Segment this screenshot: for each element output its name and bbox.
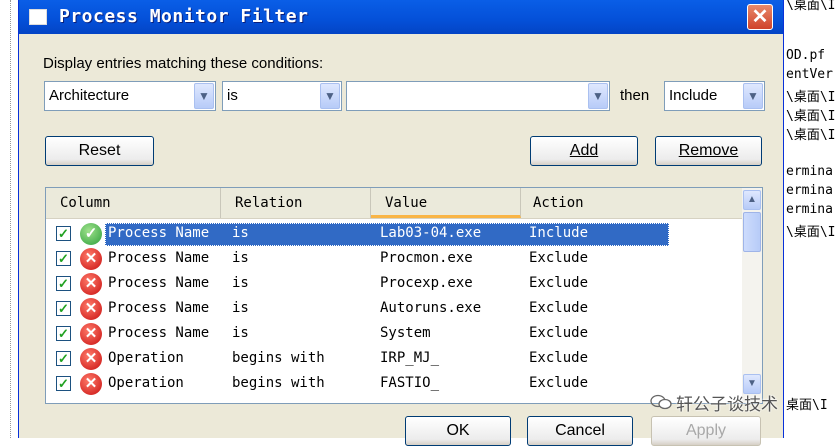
chevron-down-icon[interactable]: ▼ <box>194 83 214 109</box>
enable-checkbox[interactable]: ✓ <box>56 351 71 366</box>
enable-checkbox[interactable]: ✓ <box>56 226 71 241</box>
then-label: then <box>620 87 650 104</box>
column-select[interactable]: Architecture ▼ <box>44 81 216 111</box>
console-line: \桌面\I <box>786 225 836 240</box>
x-circle-icon: ✕ <box>80 273 102 295</box>
chevron-down-icon[interactable]: ▼ <box>320 83 340 109</box>
cell-relation: is <box>232 325 249 341</box>
x-circle-icon: ✕ <box>80 348 102 370</box>
console-line: \桌面\I <box>786 128 836 143</box>
cell-action: Exclude <box>529 325 589 341</box>
header-action[interactable]: Action <box>521 188 742 218</box>
cell-action: Include <box>529 225 589 241</box>
relation-select[interactable]: is ▼ <box>222 81 342 111</box>
enable-checkbox[interactable]: ✓ <box>56 251 71 266</box>
relation-select-value: is <box>227 87 238 104</box>
scroll-thumb[interactable] <box>743 212 761 252</box>
console-line: \桌面\I <box>786 90 836 105</box>
filter-dialog: Process Monitor Filter ✕ Display entries… <box>18 0 784 446</box>
table-row[interactable]: ✓ ✕ Process Name is Procmon.exe Exclude <box>46 247 742 272</box>
chevron-down-icon[interactable]: ▼ <box>588 83 608 109</box>
cell-relation: is <box>232 275 249 291</box>
table-row[interactable]: ✓ ✕ Operation begins with IRP_MJ_ Exclude <box>46 347 742 372</box>
cell-action: Exclude <box>529 350 589 366</box>
table-row[interactable]: ✓ ✕ Process Name is Procexp.exe Exclude <box>46 272 742 297</box>
window-title: Process Monitor Filter <box>59 6 309 27</box>
cell-value: Procmon.exe <box>380 250 473 266</box>
cell-column: Process Name <box>108 325 210 341</box>
cell-value: Procexp.exe <box>380 275 473 291</box>
cell-value: Lab03-04.exe <box>380 225 482 241</box>
header-value[interactable]: Value <box>371 188 521 218</box>
enable-checkbox[interactable]: ✓ <box>56 376 71 391</box>
x-circle-icon: ✕ <box>80 323 102 345</box>
chevron-down-icon[interactable]: ▼ <box>743 83 763 109</box>
check-circle-icon: ✓ <box>80 223 102 245</box>
cell-relation: begins with <box>232 375 325 391</box>
conditions-label: Display entries matching these condition… <box>43 55 324 72</box>
header-column[interactable]: Column <box>46 188 221 218</box>
list-header: Column Relation Value Action <box>46 188 742 219</box>
cell-value: IRP_MJ_ <box>380 350 440 366</box>
cell-relation: is <box>232 300 249 316</box>
watermark-text: 轩公子谈技术 <box>676 395 778 414</box>
cell-column: Operation <box>108 375 184 391</box>
x-circle-icon: ✕ <box>80 298 102 320</box>
console-line: entVer <box>786 67 833 82</box>
remove-button[interactable]: Remove <box>655 136 762 166</box>
title-bar[interactable]: Process Monitor Filter ✕ <box>19 0 783 34</box>
add-button[interactable]: Add <box>530 136 638 166</box>
cell-relation: is <box>232 225 249 241</box>
enable-checkbox[interactable]: ✓ <box>56 326 71 341</box>
enable-checkbox[interactable]: ✓ <box>56 301 71 316</box>
cell-column: Process Name <box>108 300 210 316</box>
cell-column: Process Name <box>108 275 210 291</box>
cell-value: FASTIO_ <box>380 375 440 391</box>
console-line: ermina <box>786 202 833 217</box>
table-row[interactable]: ✓ ✕ Process Name is Autoruns.exe Exclude <box>46 297 742 322</box>
cell-action: Exclude <box>529 275 589 291</box>
filter-list[interactable]: Column Relation Value Action ✓ ✓ Process N… <box>45 187 763 404</box>
background-console: \桌面\I OD.pf entVer \桌面\I \桌面\I \桌面\I erm… <box>782 0 840 438</box>
x-circle-icon: ✕ <box>80 373 102 395</box>
cell-value: System <box>380 325 431 341</box>
x-circle-icon: ✕ <box>80 248 102 270</box>
table-row[interactable]: ✓ ✕ Operation begins with FASTIO_ Exclude <box>46 372 742 397</box>
enable-checkbox[interactable]: ✓ <box>56 276 71 291</box>
cancel-button[interactable]: Cancel <box>527 416 633 446</box>
cell-action: Exclude <box>529 300 589 316</box>
scroll-up-arrow-icon[interactable]: ▲ <box>743 190 761 210</box>
table-row[interactable]: ✓ ✓ Process Name is Lab03-04.exe Include <box>46 222 742 247</box>
left-background-strip <box>0 0 11 438</box>
vertical-scrollbar[interactable]: ▲ ▼ <box>742 188 762 403</box>
header-relation[interactable]: Relation <box>221 188 371 218</box>
table-row[interactable]: ✓ ✕ Process Name is System Exclude <box>46 322 742 347</box>
value-combo[interactable]: ▼ <box>346 81 610 111</box>
chat-bubble-icon <box>650 394 672 410</box>
ok-button[interactable]: OK <box>405 416 511 446</box>
column-select-value: Architecture <box>49 87 130 104</box>
console-line: ermina <box>786 183 833 198</box>
cell-column: Process Name <box>108 225 210 241</box>
cell-column: Operation <box>108 350 184 366</box>
cell-action: Exclude <box>529 375 589 391</box>
console-line: 桌面\I <box>786 398 828 413</box>
cell-relation: is <box>232 250 249 266</box>
cell-relation: begins with <box>232 350 325 366</box>
window-icon <box>29 9 47 25</box>
cell-value: Autoruns.exe <box>380 300 482 316</box>
action-select[interactable]: Include ▼ <box>664 81 765 111</box>
close-button[interactable]: ✕ <box>747 4 773 30</box>
cell-action: Exclude <box>529 250 589 266</box>
console-line: \桌面\I <box>786 109 836 124</box>
cell-column: Process Name <box>108 250 210 266</box>
reset-button[interactable]: Reset <box>45 136 154 166</box>
console-line: OD.pf <box>786 48 826 63</box>
console-line: \桌面\I <box>786 0 836 13</box>
action-select-value: Include <box>669 87 718 104</box>
console-line: ermina <box>786 164 833 179</box>
apply-button[interactable]: Apply <box>651 416 761 446</box>
